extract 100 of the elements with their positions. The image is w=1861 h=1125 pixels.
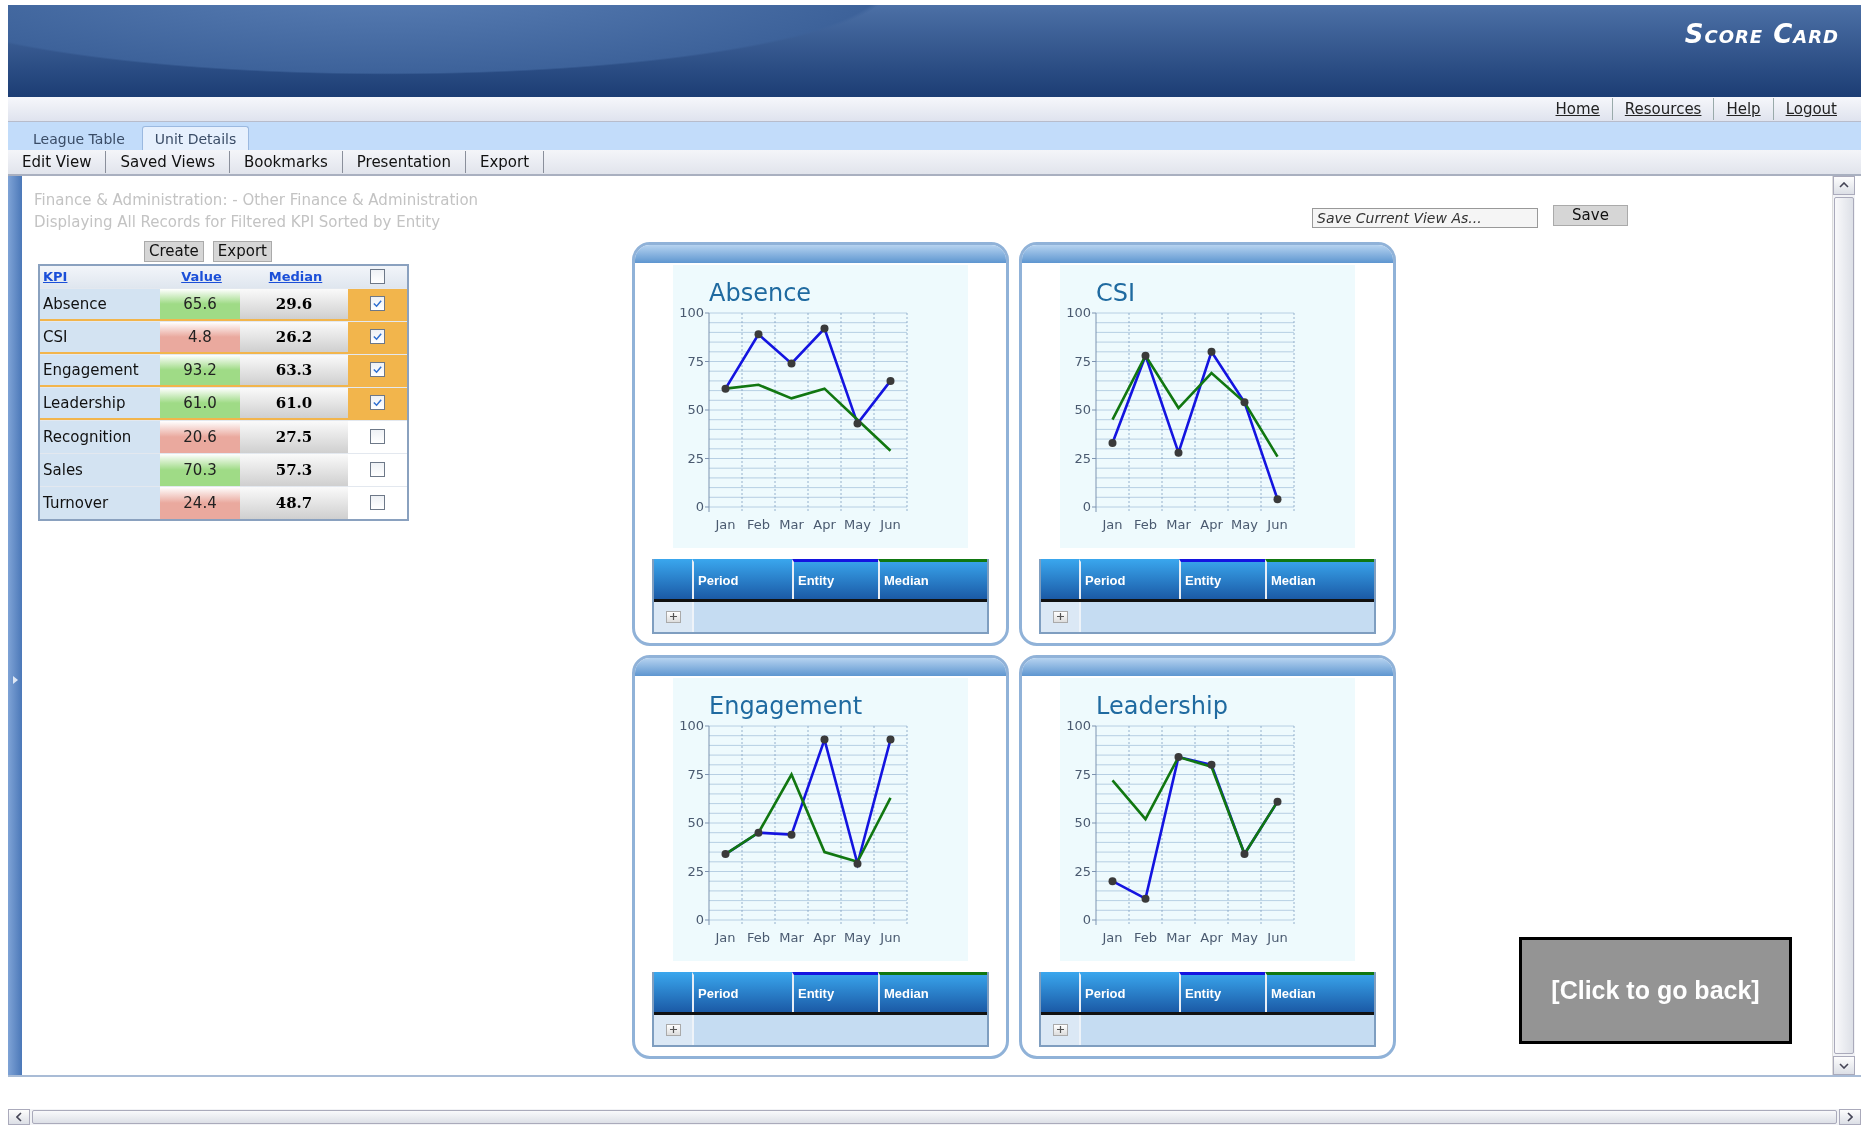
- row-checkbox[interactable]: [370, 362, 385, 378]
- axis-label: May: [1231, 929, 1258, 945]
- value-cell: 65.6: [160, 288, 240, 321]
- value-cell: 24.4: [160, 486, 240, 519]
- data-point: [1174, 752, 1183, 761]
- axis-label: 25: [1074, 863, 1091, 879]
- axis-label: Jan: [715, 516, 736, 532]
- axis-label: Feb: [1134, 516, 1157, 532]
- legend-header: Median: [1265, 971, 1374, 1012]
- axis-label: Apr: [1200, 929, 1223, 945]
- data-point: [1141, 894, 1150, 903]
- expand-button[interactable]: [665, 610, 681, 623]
- checkmark-icon: [372, 331, 383, 343]
- axis-label: 100: [679, 304, 704, 320]
- row-checkbox[interactable]: [370, 395, 385, 411]
- column-sort-link[interactable]: Median: [268, 269, 323, 285]
- plus-icon: [668, 612, 678, 622]
- data-point: [1174, 448, 1183, 457]
- row-checkbox[interactable]: [370, 495, 385, 511]
- checkmark-icon: [372, 397, 383, 409]
- data-point: [1273, 494, 1282, 503]
- expand-button[interactable]: [665, 1023, 681, 1036]
- axis-label: 75: [687, 766, 704, 782]
- chart-title: Leadership: [1096, 691, 1228, 720]
- axis-label: Jun: [880, 516, 901, 532]
- axis-label: May: [1231, 516, 1258, 532]
- kpi-row[interactable]: Absence 65.6 29.6: [40, 287, 407, 321]
- kpi-row[interactable]: Leadership 61.0 61.0: [40, 386, 407, 420]
- toolbar-button[interactable]: Edit View: [8, 150, 107, 173]
- save-button[interactable]: Save: [1553, 204, 1628, 226]
- row-checkbox[interactable]: [370, 429, 385, 445]
- axis-label: 50: [1074, 401, 1091, 417]
- checkmark-icon: [372, 298, 383, 310]
- median-cell: 27.5: [240, 420, 348, 453]
- kpi-row[interactable]: Engagement 93.2 63.3: [40, 353, 407, 387]
- data-point: [853, 859, 862, 868]
- legend-header: Period: [692, 971, 792, 1012]
- select-all-checkbox[interactable]: [370, 269, 385, 285]
- plus-icon: [1055, 612, 1065, 622]
- data-point: [721, 849, 730, 858]
- data-point: [787, 830, 796, 839]
- legend-header: Entity: [792, 971, 878, 1012]
- subtitle-text: Finance & Administration: - Other Finance & Administration: [34, 189, 480, 211]
- tab[interactable]: League Table: [20, 125, 138, 150]
- scroll-down-button[interactable]: [1833, 1056, 1855, 1076]
- vertical-scrollbar[interactable]: [1832, 175, 1855, 1076]
- axis-label: 100: [1066, 717, 1091, 733]
- axis-label: 75: [1074, 766, 1091, 782]
- nav-link[interactable]: Logout: [1772, 97, 1849, 120]
- scroll-left-button[interactable]: [8, 1109, 30, 1125]
- kpi-row[interactable]: Recognition 20.6 27.5: [40, 419, 407, 453]
- data-point: [820, 324, 829, 333]
- kpi-row[interactable]: CSI 4.8 26.2: [40, 320, 407, 354]
- kpi-name-cell: Engagement: [40, 354, 160, 387]
- nav-link[interactable]: Help: [1713, 97, 1773, 120]
- expand-button[interactable]: [1052, 610, 1068, 623]
- chevron-right-icon: [1847, 1112, 1853, 1122]
- scroll-right-button[interactable]: [1839, 1109, 1861, 1125]
- median-cell: 61.0: [240, 387, 348, 420]
- median-cell: 48.7: [240, 486, 348, 519]
- kpi-row[interactable]: Turnover 24.4 48.7: [40, 485, 407, 519]
- column-sort-link[interactable]: Value: [181, 269, 222, 285]
- row-checkbox[interactable]: [370, 329, 385, 345]
- kpi-row[interactable]: Sales 70.3 57.3: [40, 452, 407, 486]
- axis-label: Jan: [1102, 516, 1123, 532]
- median-cell: 57.3: [240, 453, 348, 486]
- data-point: [754, 330, 763, 339]
- axis-label: 25: [1074, 450, 1091, 466]
- kpi-name-cell: Recognition: [40, 420, 160, 453]
- chevron-up-icon: [1839, 182, 1849, 189]
- plus-icon: [1055, 1025, 1065, 1035]
- row-checkbox[interactable]: [370, 296, 385, 312]
- row-checkbox[interactable]: [370, 462, 385, 478]
- view-name-field[interactable]: Save Current View As...: [1312, 207, 1538, 228]
- nav-link[interactable]: Home: [1543, 97, 1612, 120]
- table-action-button[interactable]: Create: [144, 240, 204, 262]
- axis-label: 75: [687, 353, 704, 369]
- axis-label: 100: [1066, 304, 1091, 320]
- data-point: [1273, 797, 1282, 806]
- axis-label: Mar: [1166, 516, 1191, 532]
- expand-button[interactable]: [1052, 1023, 1068, 1036]
- plus-icon: [668, 1025, 678, 1035]
- value-cell: 61.0: [160, 387, 240, 420]
- toolbar-button[interactable]: Saved Views: [106, 150, 230, 173]
- toolbar-button[interactable]: Presentation: [342, 150, 466, 173]
- chevron-left-icon: [16, 1112, 22, 1122]
- axis-label: Feb: [747, 516, 770, 532]
- table-action-button[interactable]: Export: [212, 240, 272, 262]
- chart-title: CSI: [1096, 278, 1136, 307]
- toolbar-button[interactable]: Export: [466, 150, 545, 173]
- median-cell: 63.3: [240, 354, 348, 387]
- axis-label: 75: [1074, 353, 1091, 369]
- axis-label: 0: [695, 498, 704, 514]
- column-sort-link[interactable]: KPI: [43, 269, 68, 285]
- toolbar-button[interactable]: Bookmarks: [229, 150, 343, 173]
- nav-link[interactable]: Resources: [1611, 97, 1714, 120]
- legend-header: Period: [1079, 971, 1179, 1012]
- tab[interactable]: Unit Details: [141, 125, 250, 150]
- scroll-thumb[interactable]: [1834, 196, 1854, 1055]
- axis-label: Apr: [813, 929, 836, 945]
